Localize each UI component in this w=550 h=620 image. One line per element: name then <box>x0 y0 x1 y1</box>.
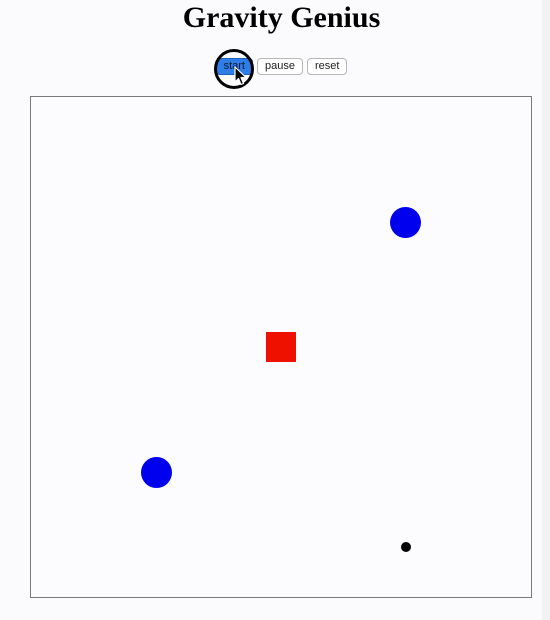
pause-button[interactable]: pause <box>256 58 303 75</box>
simulation-canvas[interactable] <box>30 96 532 598</box>
planet-circle <box>141 457 172 488</box>
reset-button[interactable]: reset <box>306 58 348 75</box>
control-bar: start pause reset <box>0 58 550 75</box>
page-title: Gravity Genius <box>182 1 381 34</box>
planet-circle <box>390 207 421 238</box>
particle-dot <box>401 542 411 552</box>
start-button[interactable]: start <box>215 58 253 75</box>
page-scrollbar[interactable] <box>542 0 550 620</box>
sun-square <box>266 332 296 362</box>
